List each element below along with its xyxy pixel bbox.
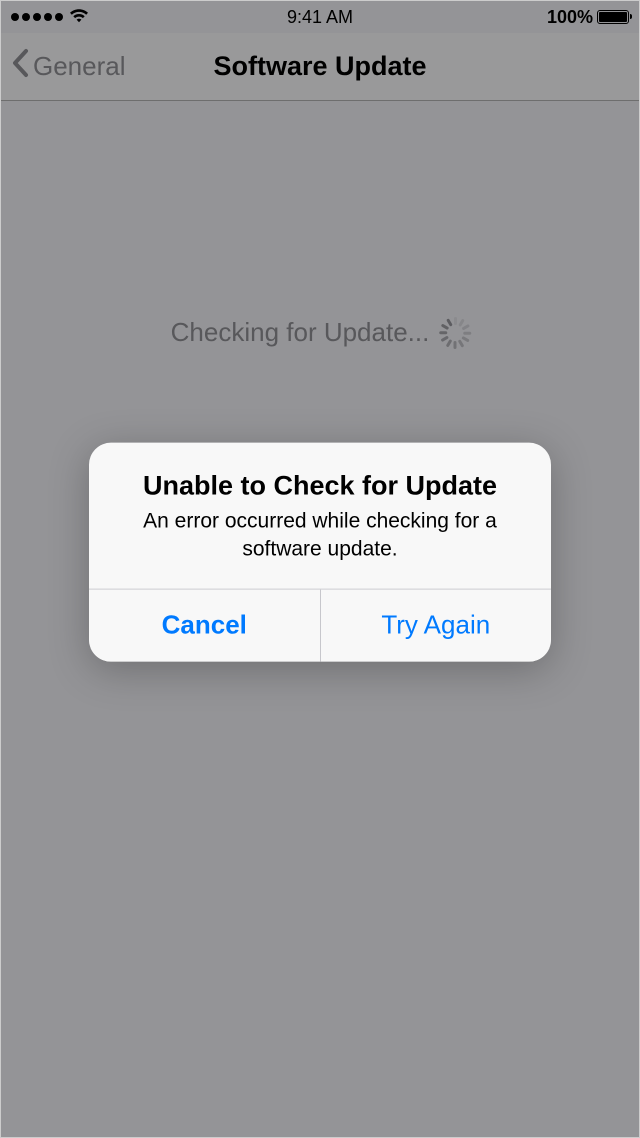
- try-again-button[interactable]: Try Again: [320, 589, 552, 661]
- alert-body: Unable to Check for Update An error occu…: [89, 443, 551, 589]
- cancel-button[interactable]: Cancel: [89, 589, 320, 661]
- try-again-button-label: Try Again: [381, 610, 490, 641]
- alert-buttons: Cancel Try Again: [89, 588, 551, 661]
- alert-title: Unable to Check for Update: [113, 471, 527, 502]
- alert-message: An error occurred while checking for a s…: [113, 508, 527, 565]
- cancel-button-label: Cancel: [162, 610, 247, 641]
- alert-dialog: Unable to Check for Update An error occu…: [89, 443, 551, 662]
